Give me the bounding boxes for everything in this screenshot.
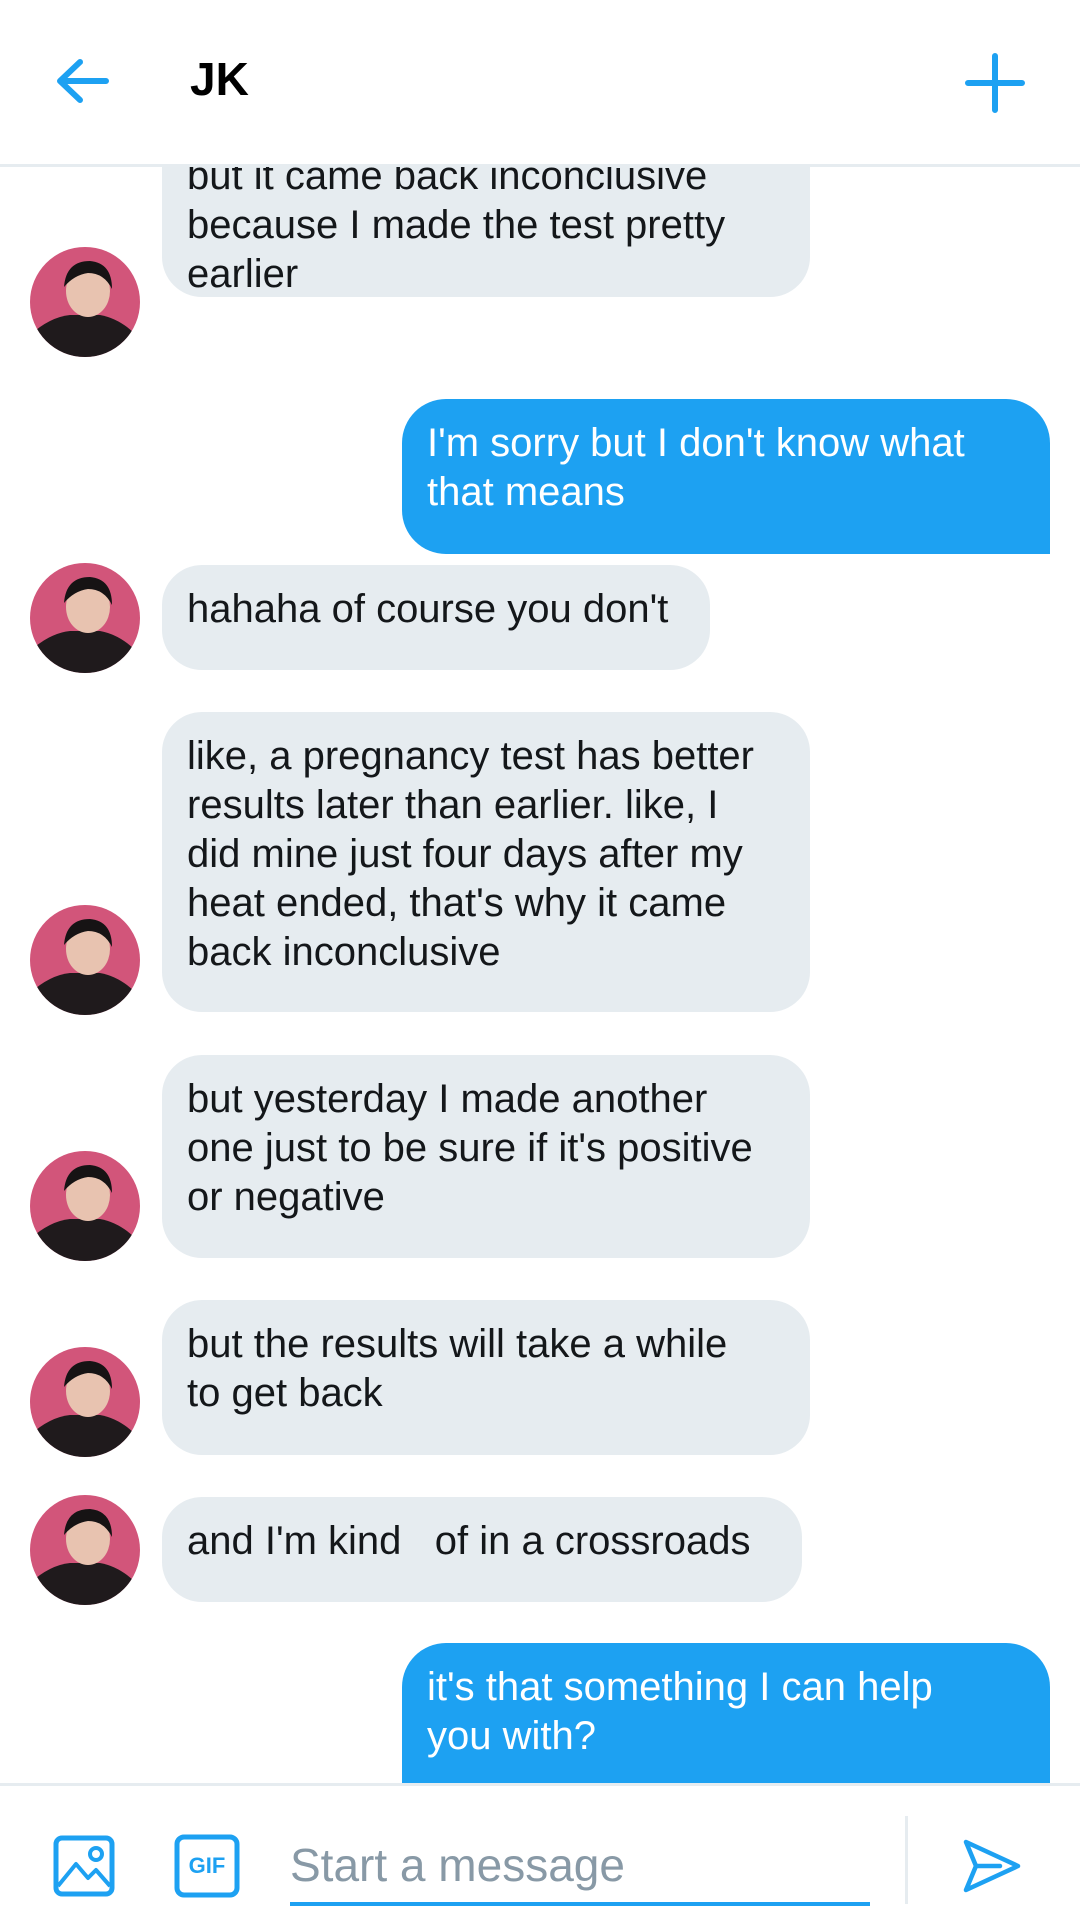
avatar[interactable] <box>30 905 140 1015</box>
avatar[interactable] <box>30 1495 140 1605</box>
new-message-button[interactable] <box>960 48 1030 118</box>
image-icon <box>53 1835 115 1897</box>
avatar[interactable] <box>30 1151 140 1261</box>
plus-icon <box>965 53 1025 113</box>
message-bubble[interactable]: but yesterday I made another one just to… <box>162 1055 810 1258</box>
composer-divider <box>905 1816 908 1904</box>
gif-button[interactable]: GIF <box>174 1834 240 1898</box>
message-bubble[interactable]: but the results will take a while to get… <box>162 1300 810 1455</box>
avatar[interactable] <box>30 1347 140 1457</box>
conversation-title[interactable]: JK <box>190 52 249 106</box>
avatar-photo <box>30 905 140 1015</box>
message-input-wrapper <box>290 1816 870 1908</box>
message-bubble[interactable]: hahaha of course you don't <box>162 565 710 670</box>
add-photo-button[interactable] <box>52 1834 116 1898</box>
avatar[interactable] <box>30 563 140 673</box>
message-input[interactable] <box>290 1822 870 1908</box>
avatar-photo <box>30 1151 140 1261</box>
message-bubble[interactable]: I'm sorry but I don't know what that mea… <box>402 399 1050 554</box>
avatar-photo <box>30 1495 140 1605</box>
message-composer: GIF <box>0 1783 1080 1930</box>
send-icon <box>963 1839 1021 1893</box>
send-button[interactable] <box>960 1834 1024 1898</box>
arrow-left-icon <box>57 59 109 103</box>
avatar-photo <box>30 1347 140 1457</box>
message-bubble[interactable]: and I'm kind of in a crossroads <box>162 1497 802 1602</box>
conversation-header: JK <box>0 0 1080 167</box>
back-button[interactable] <box>48 48 118 118</box>
dm-conversation-screen: JK but it came back inconclusive because… <box>0 0 1080 1930</box>
avatar-photo <box>30 563 140 673</box>
message-bubble[interactable]: it's that something I can help you with? <box>402 1643 1050 1783</box>
message-bubble[interactable]: but it came back inconclusive because I … <box>162 167 810 297</box>
avatar[interactable] <box>30 247 140 357</box>
message-bubble[interactable]: like, a pregnancy test has better result… <box>162 712 810 1012</box>
message-list[interactable]: but it came back inconclusive because I … <box>0 167 1080 1783</box>
avatar-photo <box>30 247 140 357</box>
gif-label: GIF <box>188 1853 226 1878</box>
